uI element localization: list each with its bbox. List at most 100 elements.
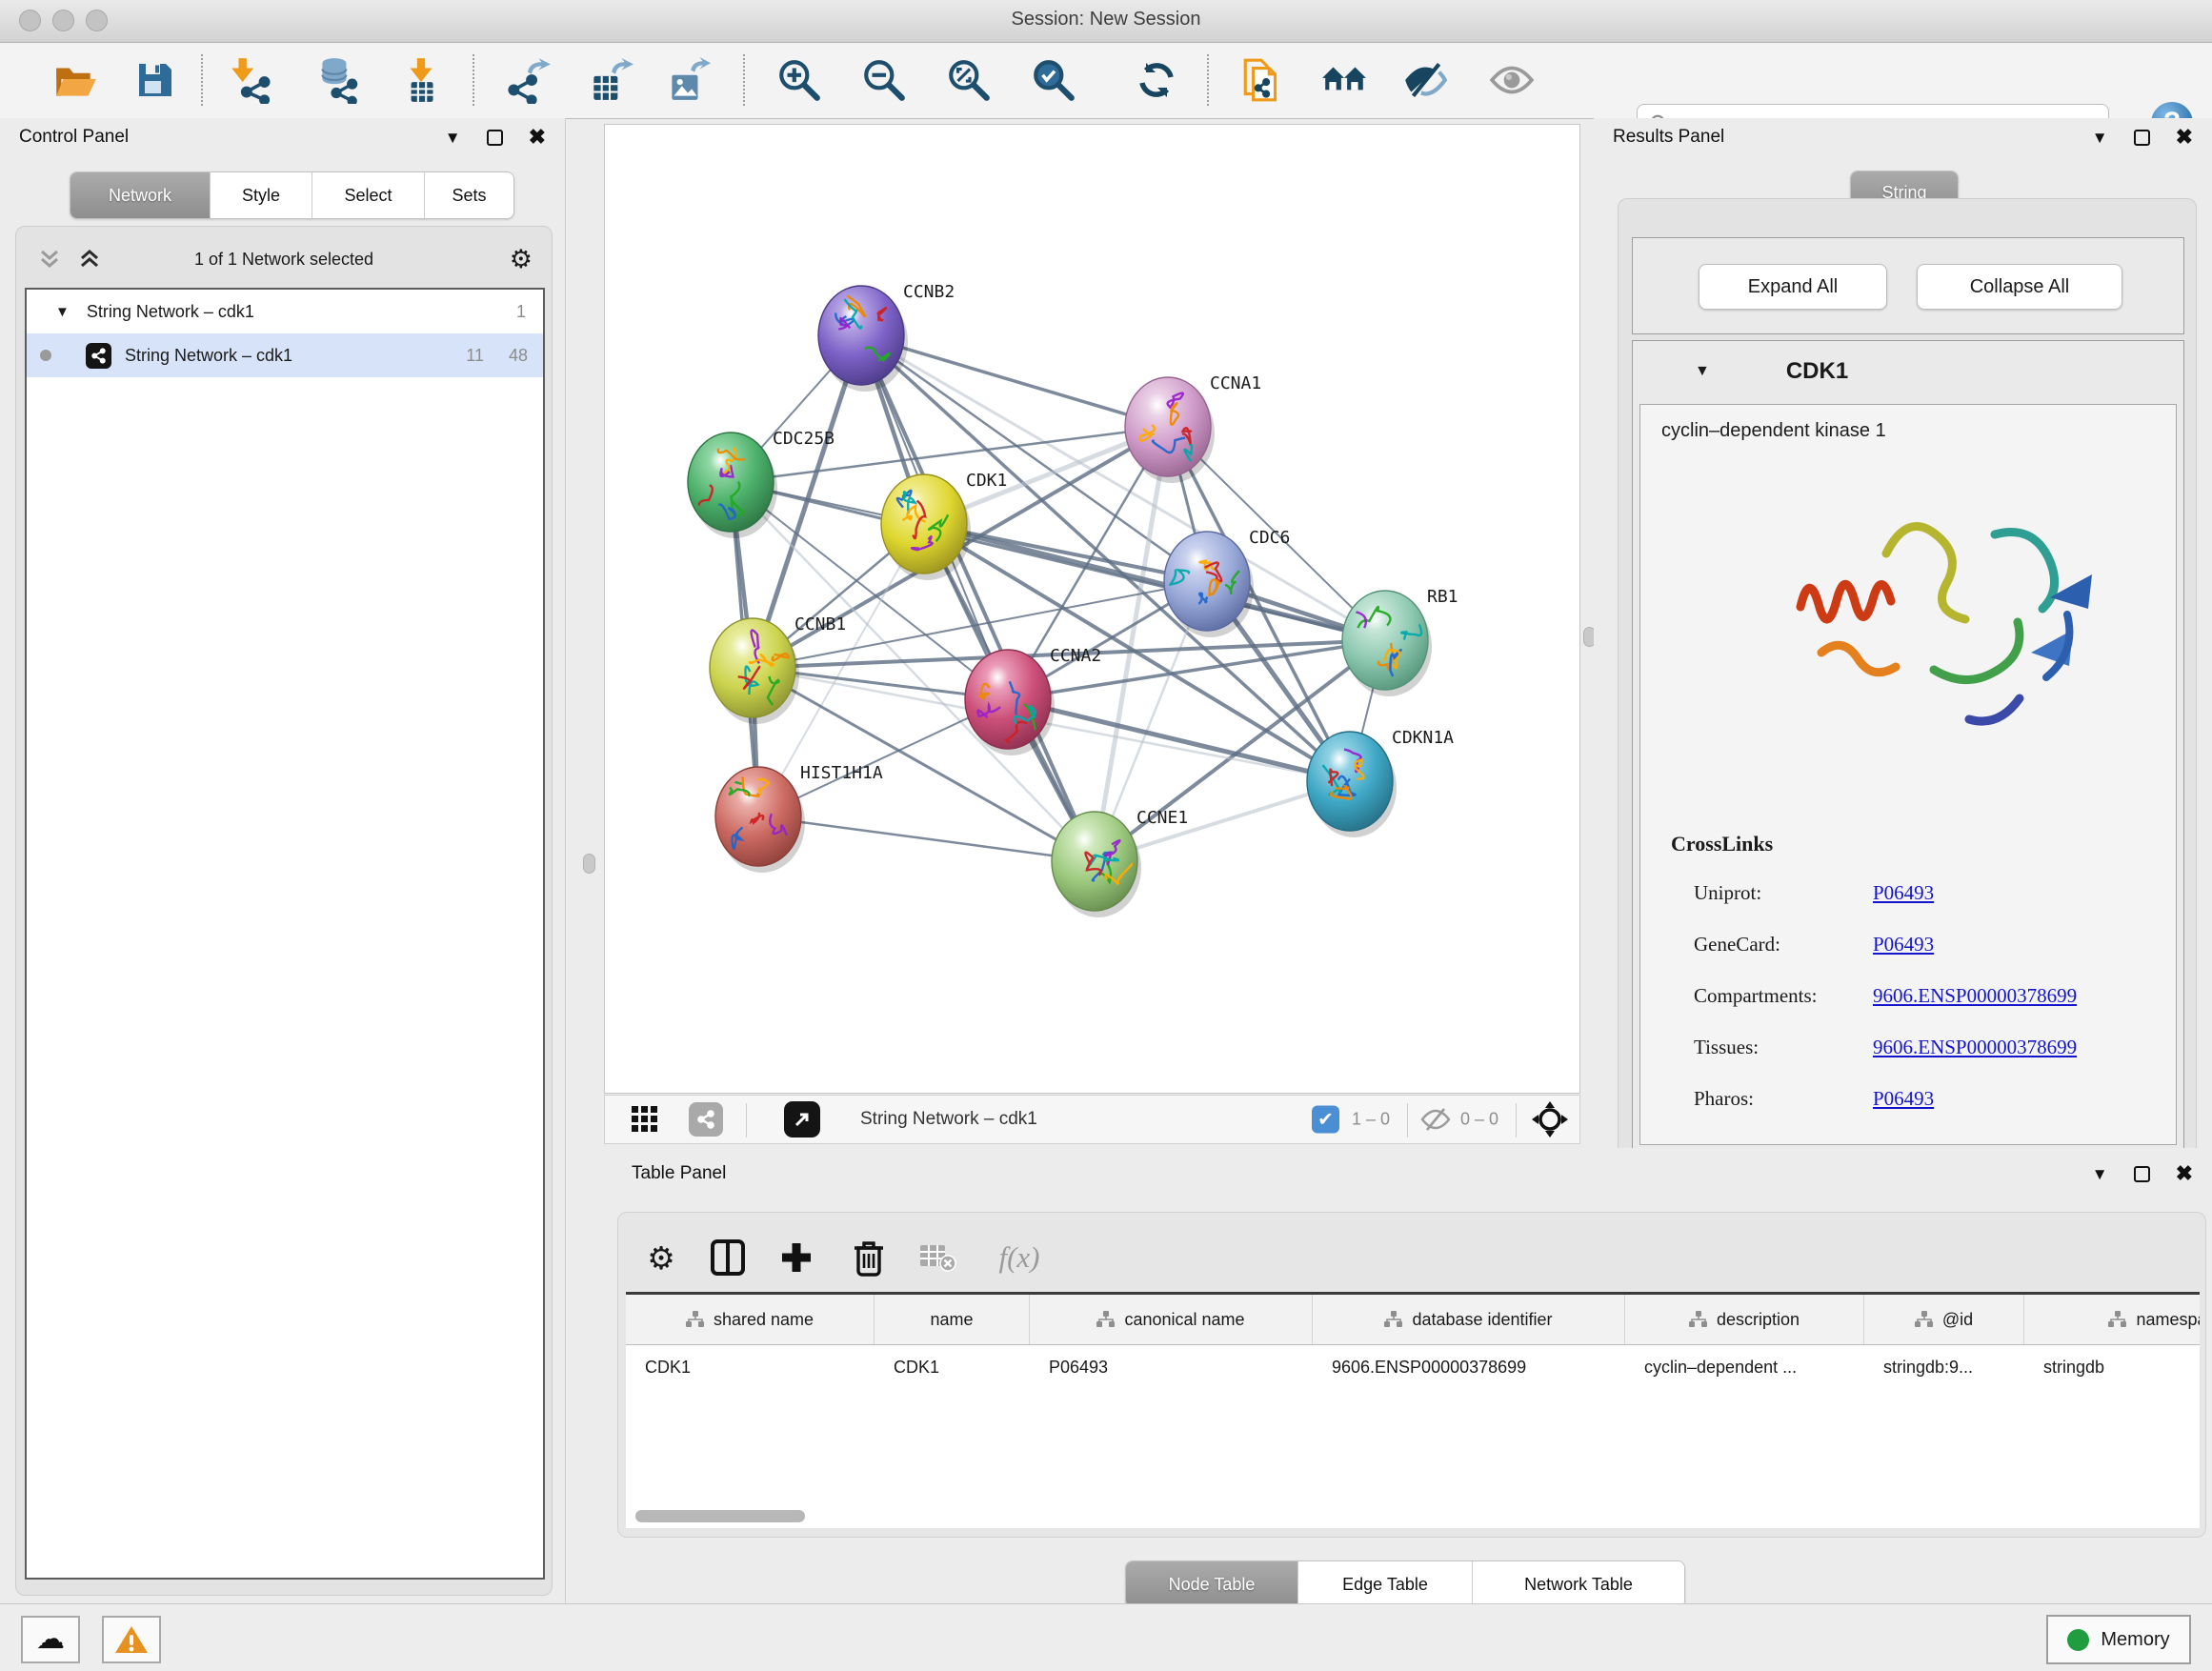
table-cell[interactable]: CDK1: [626, 1345, 875, 1389]
show-all-button[interactable]: [1485, 53, 1538, 107]
export-network-button[interactable]: [503, 53, 556, 107]
table-cell[interactable]: stringdb:9...: [1864, 1345, 2024, 1389]
collapse-panel-icon[interactable]: ▼: [2092, 130, 2108, 146]
gene-header[interactable]: ▼ CDK1: [1633, 341, 2183, 402]
zoom-out-button[interactable]: [857, 53, 911, 107]
delete-column-button[interactable]: [847, 1236, 891, 1279]
left-splitter-handle[interactable]: [583, 854, 595, 874]
close-panel-icon[interactable]: ✖: [2176, 1163, 2193, 1184]
import-network-database-button[interactable]: [310, 53, 363, 107]
crosslink-link[interactable]: P06493: [1873, 1087, 1934, 1111]
import-network-file-button[interactable]: [224, 53, 277, 107]
tab-node-table[interactable]: Node Table: [1126, 1561, 1298, 1607]
control-panel-tabs: Network Style Select Sets: [70, 171, 514, 219]
fit-content-button[interactable]: [1531, 1100, 1569, 1138]
refresh-button[interactable]: [1130, 53, 1183, 107]
tab-network-table[interactable]: Network Table: [1473, 1561, 1684, 1607]
crosslink-link[interactable]: 9606.ENSP00000378699: [1873, 1036, 2077, 1059]
crosslink-link[interactable]: 9606.ENSP00000378699: [1873, 984, 2077, 1008]
import-string-network-button[interactable]: [1237, 53, 1290, 107]
tab-style[interactable]: Style: [211, 172, 312, 218]
crosslink-label: Tissues:: [1694, 1036, 1759, 1058]
close-panel-icon[interactable]: ✖: [2176, 127, 2193, 148]
tab-edge-table[interactable]: Edge Table: [1298, 1561, 1473, 1607]
eye-slash-icon: [1401, 56, 1449, 104]
warnings-button[interactable]: [102, 1616, 161, 1663]
column-header-name[interactable]: name: [875, 1295, 1030, 1344]
network-view-toolbar: String Network – cdk1 ✔ 1 – 0 0 – 0: [604, 1095, 1580, 1144]
column-header--id[interactable]: @id: [1864, 1295, 2024, 1344]
save-session-button[interactable]: [129, 53, 182, 107]
table-cell[interactable]: CDK1: [875, 1345, 1030, 1389]
column-label: description: [1717, 1310, 1800, 1330]
import-table-file-button[interactable]: [394, 53, 448, 107]
open-in-browser-button[interactable]: [784, 1101, 820, 1137]
string-home-button[interactable]: [1317, 53, 1371, 107]
network-node-label: CDKN1A: [1392, 728, 1454, 748]
collapse-panel-icon[interactable]: ▼: [2092, 1166, 2108, 1182]
table-cell[interactable]: P06493: [1030, 1345, 1313, 1389]
collapse-arrow-icon[interactable]: ▼: [1695, 363, 1710, 380]
collapse-arrow-icon[interactable]: ▼: [55, 304, 70, 320]
column-header-canonical-name[interactable]: canonical name: [1030, 1295, 1313, 1344]
crosslink-link[interactable]: P06493: [1873, 881, 1934, 905]
gene-symbol: CDK1: [1786, 358, 1848, 385]
tab-network[interactable]: Network: [70, 172, 211, 218]
column-header-database-identifier[interactable]: database identifier: [1313, 1295, 1625, 1344]
table-panel: Table Panel ▼ ✖ ⚙ f(x) shared namenameca…: [566, 1148, 2212, 1603]
network-selection-summary: 1 of 1 Network selected: [16, 250, 552, 270]
column-header-namespace[interactable]: namespace: [2024, 1295, 2200, 1344]
delete-table-button[interactable]: [915, 1236, 959, 1279]
float-panel-icon[interactable]: [487, 130, 503, 146]
network-node-label: CCNB2: [903, 282, 955, 302]
column-label: namespace: [2136, 1310, 2200, 1330]
open-session-button[interactable]: [49, 53, 102, 107]
column-label: shared name: [714, 1310, 814, 1330]
network-row[interactable]: String Network – cdk1 11 48: [27, 333, 543, 377]
table-cell[interactable]: cyclin–dependent ...: [1625, 1345, 1864, 1389]
show-columns-button[interactable]: [706, 1236, 750, 1279]
column-header-description[interactable]: description: [1625, 1295, 1864, 1344]
column-tree-icon: [1689, 1311, 1708, 1328]
table-options-button[interactable]: ⚙: [639, 1236, 683, 1279]
network-collection-row[interactable]: ▼ String Network – cdk1 1: [27, 290, 543, 333]
title-bar: Session: New Session: [0, 0, 2212, 43]
expand-all-button[interactable]: Expand All: [1699, 264, 1887, 310]
column-label: database identifier: [1412, 1310, 1552, 1330]
table-row[interactable]: CDK1CDK1P064939606.ENSP00000378699cyclin…: [626, 1345, 2200, 1389]
crosslink-link[interactable]: P06493: [1873, 933, 1934, 956]
function-builder-button[interactable]: f(x): [984, 1236, 1055, 1279]
birds-eye-view-button[interactable]: [632, 1106, 664, 1133]
tab-sets[interactable]: Sets: [425, 172, 513, 218]
zoom-in-button[interactable]: [773, 53, 826, 107]
memory-button[interactable]: Memory: [2046, 1615, 2191, 1664]
close-panel-icon[interactable]: ✖: [529, 127, 546, 148]
network-share-button[interactable]: [689, 1102, 723, 1137]
table-cell[interactable]: stringdb: [2024, 1345, 2200, 1389]
export-table-button[interactable]: [583, 53, 636, 107]
table-cell[interactable]: 9606.ENSP00000378699: [1313, 1345, 1625, 1389]
network-canvas[interactable]: CCNB2CCNA1CDC25BCDK1CDC6RB1CCNB1CCNA2CDK…: [604, 124, 1580, 1094]
gene-section: ▼ CDK1 cyclin–dependent kinase 1: [1632, 340, 2184, 1152]
toolbar-separator: [743, 54, 745, 106]
selected-checkbox[interactable]: ✔: [1312, 1106, 1339, 1134]
hide-selected-button[interactable]: [1398, 53, 1452, 107]
network-node-label: CCNE1: [1136, 808, 1188, 828]
cloud-icon: ☁: [36, 1625, 65, 1654]
tab-select[interactable]: Select: [312, 172, 425, 218]
plus-icon: [778, 1239, 814, 1276]
zoom-selected-button[interactable]: [1027, 53, 1080, 107]
crosslink-row: Uniprot:P06493: [1694, 881, 2170, 919]
network-graph[interactable]: CCNB2CCNA1CDC25BCDK1CDC6RB1CCNB1CCNA2CDK…: [605, 125, 1579, 1093]
cloud-status-button[interactable]: ☁: [21, 1616, 80, 1663]
collapse-all-button[interactable]: Collapse All: [1917, 264, 2122, 310]
zoom-fit-button[interactable]: [942, 53, 995, 107]
column-header-shared-name[interactable]: shared name: [626, 1295, 875, 1344]
add-column-button[interactable]: [774, 1236, 818, 1279]
hidden-toggle-button[interactable]: [1420, 1107, 1451, 1132]
float-panel-icon[interactable]: [2134, 1166, 2150, 1182]
float-panel-icon[interactable]: [2134, 130, 2150, 146]
export-image-button[interactable]: [660, 53, 714, 107]
horizontal-scrollbar[interactable]: [635, 1510, 805, 1522]
collapse-panel-icon[interactable]: ▼: [445, 130, 461, 146]
